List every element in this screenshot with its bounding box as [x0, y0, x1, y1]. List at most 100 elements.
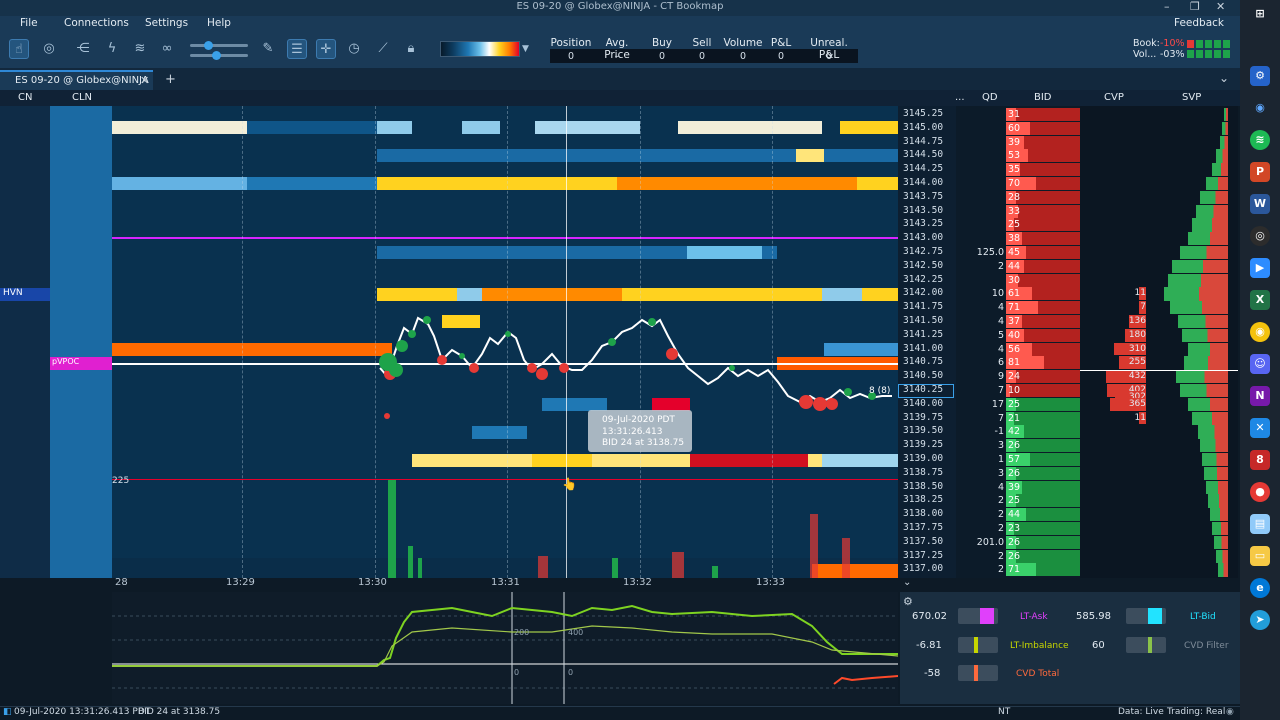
settings-app-icon[interactable]: ⚙: [1250, 66, 1270, 86]
poc-line: [1080, 370, 1238, 371]
chevron-down-icon[interactable]: ▼: [522, 44, 529, 54]
time-tick: 13:32: [623, 577, 652, 588]
svp-bar: [1182, 328, 1228, 342]
heatmap-chart[interactable]: 8 (8) 225: [112, 106, 898, 578]
svp-bar: [1212, 163, 1228, 177]
discord-icon[interactable]: ☺: [1250, 354, 1270, 374]
pencil-icon[interactable]: ✎: [258, 39, 278, 59]
telegram-icon[interactable]: ➤: [1250, 610, 1270, 630]
qd-value: 3: [997, 467, 1004, 479]
close-icon[interactable]: ✕: [140, 74, 149, 87]
heatmap-color-scale[interactable]: [440, 41, 520, 57]
restore-button[interactable]: ❐: [1190, 0, 1200, 13]
buy-trade-bubbles: [379, 316, 876, 400]
chrome-icon[interactable]: ◉: [1250, 322, 1270, 342]
cvd-total-toggle[interactable]: [958, 665, 998, 681]
lt-bid-color[interactable]: [1148, 608, 1162, 624]
folder-icon[interactable]: ▭: [1250, 546, 1270, 566]
gear-icon[interactable]: ⚙: [903, 595, 913, 608]
svp-bar: [1216, 149, 1228, 163]
lt-ask-color[interactable]: [980, 608, 994, 624]
excel-icon[interactable]: X: [1250, 290, 1270, 310]
cursor-pointer-icon: 👆: [562, 477, 577, 491]
network-app-icon[interactable]: ◉: [1250, 98, 1270, 118]
svp-bar: [1192, 218, 1228, 232]
minimize-button[interactable]: –: [1164, 0, 1170, 13]
price-label: 3143.00: [903, 232, 944, 244]
price-label: 3137.00: [903, 563, 944, 575]
more-options-button[interactable]: ...: [955, 92, 965, 103]
feedback-link[interactable]: Feedback: [1174, 17, 1224, 29]
chart-tool-icon[interactable]: ⟋: [373, 39, 393, 59]
column-bid[interactable]: BID: [1034, 92, 1052, 103]
chevron-down-icon[interactable]: ⌄: [1219, 71, 1229, 85]
dom-view-icon[interactable]: ☰: [287, 39, 307, 59]
bid-size: 44: [1008, 260, 1021, 272]
chevron-down-icon[interactable]: ⌄: [903, 577, 911, 588]
cvp-value: 310: [1128, 343, 1146, 354]
qd-value: 1: [997, 454, 1004, 465]
layers-icon[interactable]: ≋: [130, 39, 150, 59]
lightning-icon[interactable]: ϟ: [102, 39, 122, 59]
cvd-filter-color[interactable]: [1148, 637, 1152, 653]
obs-icon[interactable]: ◎: [1250, 226, 1270, 246]
time-tick: 13:31: [491, 577, 520, 588]
stat-value-avg-price: –: [614, 51, 620, 62]
app-8-icon[interactable]: 8: [1250, 450, 1270, 470]
bid-size: 39: [1008, 481, 1021, 493]
edge-icon[interactable]: e: [1250, 578, 1270, 598]
indicator-scale-mark: 400: [568, 628, 584, 637]
column-cln[interactable]: CLN: [72, 92, 92, 103]
menu-file[interactable]: File: [20, 17, 38, 29]
qd-value: 4: [997, 316, 1004, 327]
tab-es-09-20[interactable]: ES 09-20 @ Globex@NINJA ✕: [0, 70, 153, 90]
vol-block: [1187, 50, 1194, 58]
zoom-slider-knob-top[interactable]: [204, 41, 213, 50]
spotify-icon[interactable]: ≋: [1250, 130, 1270, 150]
lt-ask-value: 670.02: [912, 611, 947, 622]
pan-tool-icon[interactable]: ☝: [9, 39, 29, 59]
column-qd[interactable]: QD: [982, 92, 998, 103]
svp-bar: [1164, 287, 1228, 301]
menu-settings[interactable]: Settings: [145, 17, 188, 29]
bid-size: 26: [1008, 536, 1021, 548]
word-icon[interactable]: W: [1250, 194, 1270, 214]
start-icon[interactable]: ⊞: [1250, 4, 1270, 24]
powerpoint-icon[interactable]: P: [1250, 162, 1270, 182]
close-window-button[interactable]: ✕: [1216, 0, 1225, 13]
add-tab-button[interactable]: +: [165, 72, 176, 87]
column-cn[interactable]: CN: [18, 92, 32, 103]
cvd-filter-toggle[interactable]: [1126, 637, 1166, 653]
onenote-icon[interactable]: N: [1250, 386, 1270, 406]
qd-value: 201.0: [976, 536, 1004, 548]
menu-connections[interactable]: Connections: [64, 17, 129, 29]
book-value: -10%: [1160, 38, 1185, 49]
zoom-slider-knob-bottom[interactable]: [212, 51, 221, 60]
lock-icon[interactable]: 🔒︎: [401, 39, 421, 59]
recorder-icon[interactable]: ●: [1250, 482, 1270, 502]
timer-icon[interactable]: ◷: [344, 39, 364, 59]
book-block: [1223, 40, 1230, 48]
crosshair-icon[interactable]: ✛: [316, 39, 336, 59]
svp-bar: [1206, 480, 1228, 494]
share-icon[interactable]: ⋲: [73, 39, 93, 59]
menu-help[interactable]: Help: [207, 17, 231, 29]
zoom-icon[interactable]: ▶: [1250, 258, 1270, 278]
target-tool-icon[interactable]: ◎: [39, 39, 59, 59]
cvd-total-color[interactable]: [974, 665, 978, 681]
status-info: BID 24 at 3138.75: [138, 707, 221, 717]
time-tick: 28: [115, 577, 128, 588]
tab-bar: [0, 68, 1240, 90]
indicator-pane[interactable]: 200 400 0 0: [112, 592, 898, 704]
bookmap-icon[interactable]: ✕: [1250, 418, 1270, 438]
column-svp[interactable]: SVP: [1182, 92, 1201, 103]
link-icon[interactable]: ∞: [157, 39, 177, 59]
bid-size: 56: [1008, 343, 1021, 355]
column-cvp[interactable]: CVP: [1104, 92, 1124, 103]
file-icon[interactable]: ▤: [1250, 514, 1270, 534]
lt-imbalance-color[interactable]: [974, 637, 978, 653]
lt-imbalance-toggle[interactable]: [958, 637, 998, 653]
zoom-slider-top[interactable]: [190, 44, 248, 47]
lt-imbalance-value: -6.81: [916, 640, 942, 651]
cvd-chart: [112, 592, 898, 704]
